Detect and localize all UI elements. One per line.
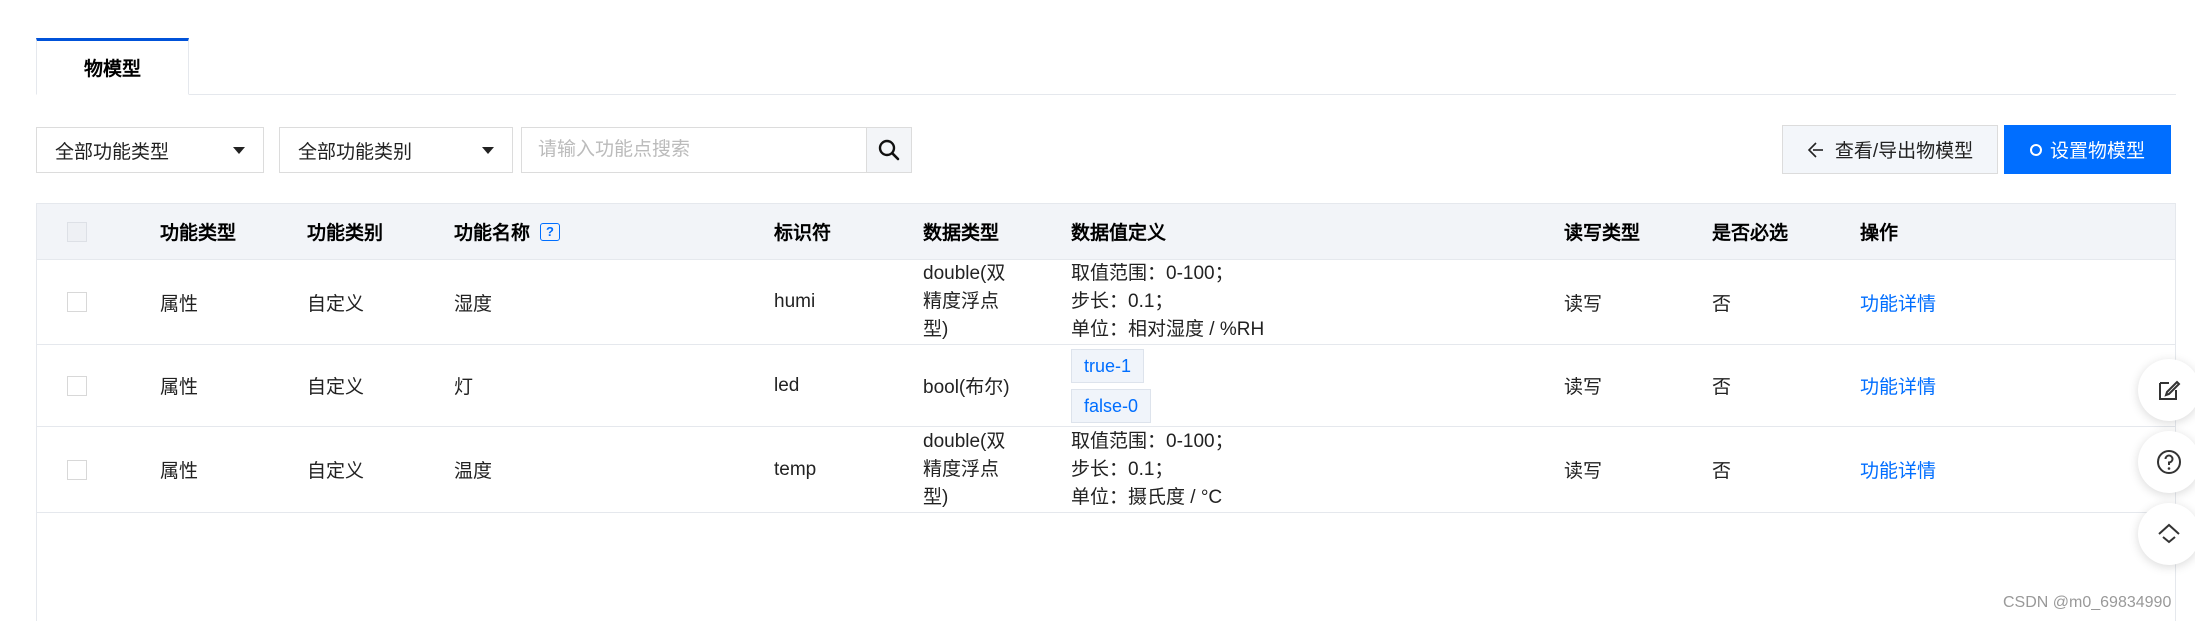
- header-type: 功能类型: [160, 223, 237, 244]
- search-input[interactable]: [522, 128, 866, 172]
- data-type-line: 型): [923, 319, 949, 340]
- data-def-line: 步长：0.1；: [1071, 291, 1174, 312]
- search-button[interactable]: [866, 128, 911, 172]
- search-icon: [878, 139, 900, 161]
- cell-data-definition: true-1 false-0: [1071, 345, 1152, 426]
- data-def-line: 取值范围：0-100；: [1071, 430, 1234, 452]
- configure-model-label: 设置物模型: [2049, 141, 2145, 162]
- data-def-line: 取值范围：0-100；: [1071, 263, 1234, 284]
- view-export-button[interactable]: 查看/导出物模型: [1782, 125, 1998, 174]
- view-export-label: 查看/导出物模型: [1834, 141, 1974, 162]
- export-icon: [1807, 141, 1823, 158]
- function-type-select[interactable]: 全部功能类型: [36, 127, 264, 173]
- header-identifier: 标识符: [774, 223, 832, 244]
- header-data-type: 数据类型: [923, 223, 1000, 244]
- cell-category: 自定义: [307, 293, 365, 315]
- watermark: CSDN @m0_69834990: [2003, 594, 2172, 611]
- cell-identifier: humi: [774, 291, 816, 312]
- cell-required: 否: [1712, 377, 1732, 398]
- cell-type: 属性: [160, 377, 199, 398]
- table-row: 属性 自定义 温度 temp double(双 精度浮点 型) 取值范围：0-1…: [37, 427, 2175, 513]
- caret-down-icon: [482, 147, 494, 154]
- table-row: 属性 自定义 湿度 humi double(双 精度浮点 型) 取值范围：0-1…: [37, 260, 2175, 345]
- ring-icon: [2029, 143, 2042, 156]
- configure-model-button[interactable]: 设置物模型: [2004, 125, 2171, 174]
- cell-type: 属性: [160, 461, 199, 482]
- function-type-value: 全部功能类型: [55, 141, 170, 163]
- data-type-line: double(双: [923, 430, 1006, 452]
- header-rw-type: 读写类型: [1564, 223, 1641, 244]
- cell-required: 否: [1712, 293, 1732, 315]
- function-detail-link[interactable]: 功能详情: [1860, 427, 1936, 512]
- function-detail-link[interactable]: 功能详情: [1860, 260, 1936, 344]
- cell-identifier: led: [774, 374, 800, 396]
- data-type-line: 精度浮点: [923, 291, 1000, 312]
- data-def-line: 步长：0.1；: [1071, 458, 1174, 480]
- data-type-line: 精度浮点: [923, 458, 1000, 480]
- table-row: 属性 自定义 灯 led bool(布尔) true-1 false-0 读写 …: [37, 345, 2175, 427]
- enum-tag: true-1: [1071, 348, 1145, 383]
- caret-down-icon: [233, 147, 245, 154]
- function-category-value: 全部功能类别: [298, 141, 413, 163]
- data-type-line: 型): [923, 486, 949, 508]
- tab-thing-model[interactable]: 物模型: [36, 38, 189, 95]
- cell-name: 灯: [454, 377, 474, 398]
- collapse-icon: [2158, 523, 2180, 544]
- data-def-line: 单位：相对湿度 / %RH: [1071, 319, 1265, 340]
- header-action: 操作: [1860, 223, 1899, 244]
- cell-name: 湿度: [454, 293, 493, 315]
- function-detail-link[interactable]: 功能详情: [1860, 345, 1936, 426]
- cell-name: 温度: [454, 461, 493, 482]
- cell-required: 否: [1712, 461, 1732, 482]
- cell-identifier: temp: [774, 458, 817, 480]
- cell-data-definition: 取值范围：0-100； 步长：0.1； 单位：相对湿度 / %RH: [1071, 260, 1264, 344]
- cell-category: 自定义: [307, 377, 365, 398]
- row-checkbox[interactable]: [67, 459, 87, 480]
- row-checkbox[interactable]: [67, 292, 87, 312]
- edit-float-button[interactable]: [2138, 359, 2195, 421]
- header-category: 功能类别: [307, 223, 384, 244]
- cell-rw-type: 读写: [1564, 461, 1603, 482]
- header-data-definition: 数据值定义: [1071, 223, 1167, 244]
- cell-category: 自定义: [307, 461, 365, 482]
- select-all-checkbox[interactable]: [67, 221, 87, 242]
- edit-icon: [2159, 380, 2181, 400]
- help-float-button[interactable]: [2138, 431, 2195, 493]
- data-type-line: double(双: [923, 263, 1006, 284]
- help-icon[interactable]: ?: [540, 222, 561, 241]
- enum-tag: false-0: [1071, 388, 1152, 423]
- data-def-line: 单位：摄氏度 / °C: [1071, 486, 1223, 508]
- function-category-select[interactable]: 全部功能类别: [279, 127, 513, 173]
- tab-bar: 物模型: [36, 38, 2176, 95]
- cell-type: 属性: [160, 293, 199, 315]
- thing-model-table: 功能类型 功能类别 功能名称 ? 标识符 数据类型 数据值定义 读写类型 是否必…: [36, 203, 2176, 621]
- search-box: [521, 127, 912, 173]
- header-name-label: 功能名称: [454, 223, 531, 244]
- cell-data-type: bool(布尔): [923, 377, 1010, 398]
- cell-data-type: double(双 精度浮点 型): [923, 427, 1005, 512]
- cell-data-definition: 取值范围：0-100； 步长：0.1； 单位：摄氏度 / °C: [1071, 427, 1234, 512]
- collapse-float-button[interactable]: [2138, 503, 2195, 565]
- table-header: 功能类型 功能类别 功能名称 ? 标识符 数据类型 数据值定义 读写类型 是否必…: [37, 204, 2175, 260]
- header-required: 是否必选: [1712, 223, 1789, 244]
- header-name: 功能名称 ?: [454, 204, 561, 259]
- cell-data-type: double(双 精度浮点 型): [923, 260, 1005, 344]
- cell-rw-type: 读写: [1564, 293, 1603, 315]
- row-checkbox[interactable]: [67, 375, 87, 396]
- cell-rw-type: 读写: [1564, 377, 1603, 398]
- question-icon: [2157, 450, 2181, 474]
